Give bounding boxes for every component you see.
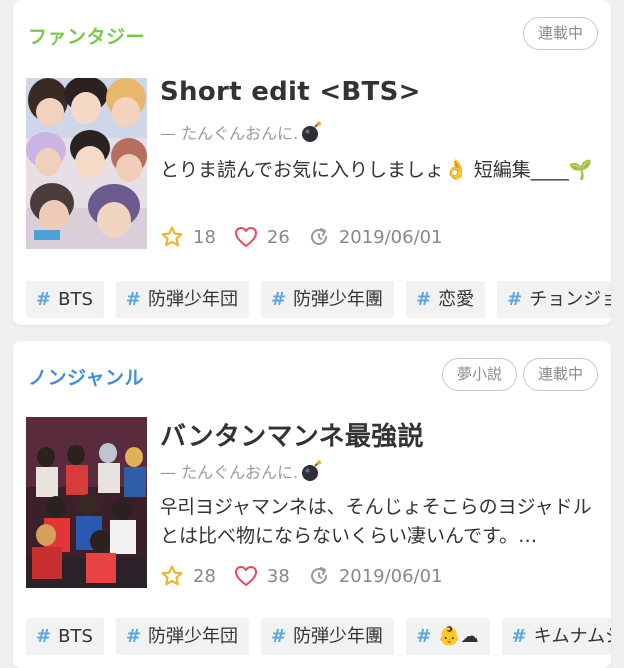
tag-chip[interactable]: # 恋愛: [406, 281, 486, 318]
hash-icon: #: [125, 626, 141, 647]
story-stats: 28 38 2019/06/01: [160, 564, 451, 588]
story-description: とりま読んでお気に入りしましょ👌 短編集____🌱: [160, 159, 593, 181]
tag-chip[interactable]: # BTS: [26, 618, 104, 655]
genre-label[interactable]: ファンタジー: [28, 22, 145, 49]
hash-icon: #: [507, 289, 523, 310]
tag-label: 防弾少年團: [293, 289, 384, 310]
author-name[interactable]: — たんぐんおんに.: [160, 120, 322, 144]
refresh-icon: [310, 567, 327, 584]
tag-chip[interactable]: # 防弾少年團: [260, 618, 395, 655]
tag-label: 防弾少年団: [147, 289, 238, 310]
tag-chip[interactable]: # 👶☁: [406, 618, 490, 655]
star-count-value: 28: [193, 565, 216, 587]
tag-chip[interactable]: # 防弾少年團: [260, 281, 395, 318]
heart-icon: [234, 566, 257, 586]
hash-icon: #: [416, 289, 432, 310]
updated-date-value: 2019/06/01: [338, 226, 443, 248]
story-stats: 18 26 2019/06/01: [160, 225, 451, 249]
updated-date-value: 2019/06/01: [338, 565, 443, 587]
tag-label: 👶☁: [438, 626, 479, 647]
tag-chip[interactable]: # 防弾少年団: [115, 618, 249, 655]
like-count[interactable]: 38: [234, 565, 290, 587]
bomb-icon: [300, 121, 322, 143]
status-badge: 連載中: [522, 358, 598, 391]
status-badge: 連載中: [522, 17, 598, 50]
tag-chip[interactable]: # キムナムジュン: [501, 618, 611, 655]
star-icon: [161, 226, 183, 247]
author-label: — たんぐんおんに.: [160, 124, 299, 143]
star-count[interactable]: 18: [160, 225, 216, 249]
tag-chip[interactable]: # チョンジョン: [497, 281, 611, 318]
tag-label: BTS: [58, 289, 93, 310]
tag-chip[interactable]: # 防弾少年団: [115, 281, 249, 318]
tag-label: キムナムジュン: [533, 626, 611, 647]
heart-icon: [234, 227, 257, 247]
hash-icon: #: [511, 626, 527, 647]
hash-icon: #: [416, 626, 432, 647]
updated-date: 2019/06/01: [308, 565, 443, 587]
like-count-value: 26: [266, 226, 290, 248]
tag-list: # BTS # 防弾少年団 # 防弾少年團 # 👶☁ # キムナムジュン: [26, 618, 611, 655]
story-description: 우리ヨジャマンネは、そんじょそこらのヨジャドルとは比べ物にならないくらい凄いんで…: [160, 496, 592, 547]
author-name[interactable]: — たんぐんおんに.: [160, 459, 322, 483]
hash-icon: #: [270, 626, 287, 647]
tag-list: # BTS # 防弾少年団 # 防弾少年團 # 恋愛 # チョンジョン: [26, 281, 611, 318]
tag-label: 防弾少年団: [147, 626, 238, 647]
refresh-icon: [310, 228, 327, 245]
star-icon: [161, 565, 183, 586]
like-count-value: 38: [266, 565, 290, 587]
star-count[interactable]: 28: [160, 564, 216, 588]
status-badge: 夢小説: [441, 358, 517, 391]
story-title[interactable]: バンタンマンネ最強説: [160, 416, 424, 453]
story-card[interactable]: ノンジャンル 夢小説 連載中 バンタンマンネ最強説 — たんぐんおんに. 우리ヨ…: [13, 341, 611, 668]
hash-icon: #: [270, 289, 287, 310]
story-title[interactable]: Short edit <BTS>: [160, 77, 421, 107]
tag-label: 恋愛: [438, 289, 475, 310]
tag-label: チョンジョン: [529, 289, 611, 310]
tag-chip[interactable]: # BTS: [26, 281, 104, 318]
status-badges: 夢小説 連載中: [441, 358, 598, 391]
status-badges: 連載中: [522, 17, 598, 50]
cover-image[interactable]: [26, 417, 147, 588]
cover-photo: [26, 78, 147, 249]
cover-image[interactable]: [26, 78, 147, 249]
bomb-icon: [300, 460, 322, 482]
story-card[interactable]: ファンタジー 連載中 Short edit <BTS> — たんぐんおんに. と…: [13, 0, 611, 325]
hash-icon: #: [125, 289, 141, 310]
author-label: — たんぐんおんに.: [160, 463, 299, 482]
like-count[interactable]: 26: [234, 226, 290, 248]
cover-photo: [26, 417, 147, 588]
hash-icon: #: [36, 289, 52, 310]
tag-label: 防弾少年團: [293, 626, 384, 647]
hash-icon: #: [36, 626, 52, 647]
updated-date: 2019/06/01: [308, 226, 443, 248]
star-count-value: 18: [193, 226, 216, 248]
tag-label: BTS: [58, 626, 93, 647]
genre-label[interactable]: ノンジャンル: [28, 363, 144, 390]
